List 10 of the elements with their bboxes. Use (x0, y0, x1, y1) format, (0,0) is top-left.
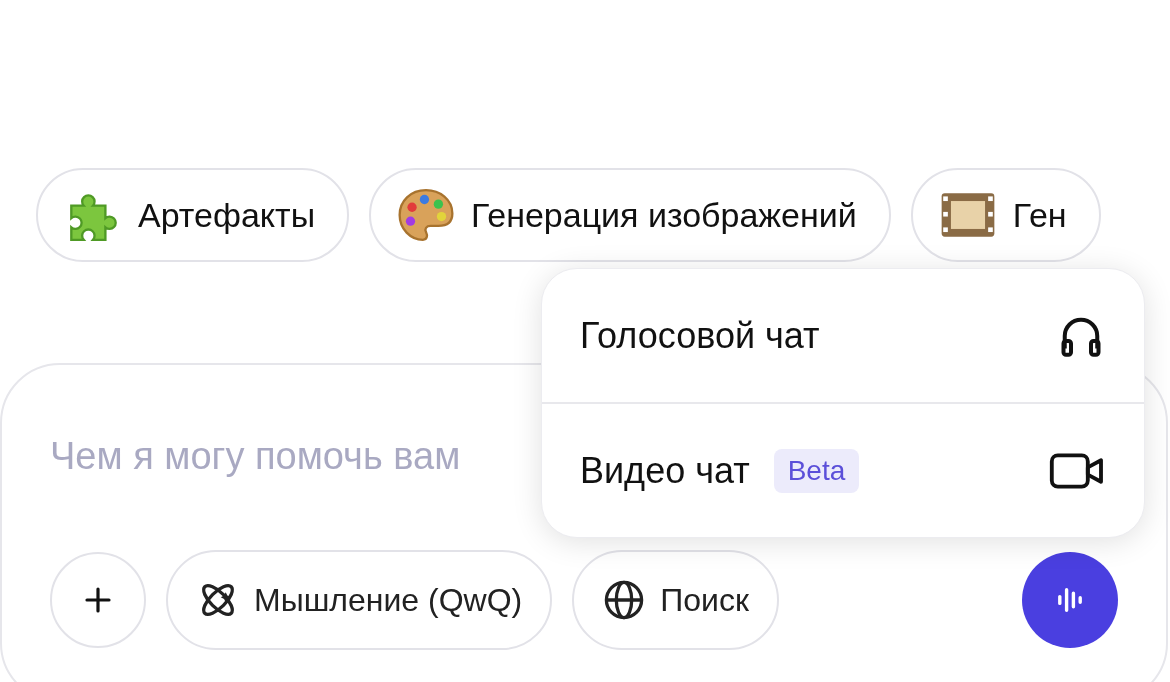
menu-item[interactable]: Голосовой чат (542, 269, 1144, 402)
menu-item[interactable]: Видео чат Beta (542, 404, 1144, 537)
beta-tag: Beta (773, 448, 860, 493)
plus-icon (83, 585, 113, 615)
message-input[interactable]: Чем я могу помочь вам (50, 435, 530, 478)
suggestion-chip[interactable]: Ген (910, 168, 1101, 262)
tool-toggle-button[interactable]: Поиск (572, 550, 779, 650)
suggestion-chip[interactable]: Генерация изображений (369, 168, 891, 262)
tool-toggle-button[interactable]: Мышление (QwQ) (166, 550, 553, 650)
suggestion-chip[interactable]: Артефакты (36, 168, 350, 262)
